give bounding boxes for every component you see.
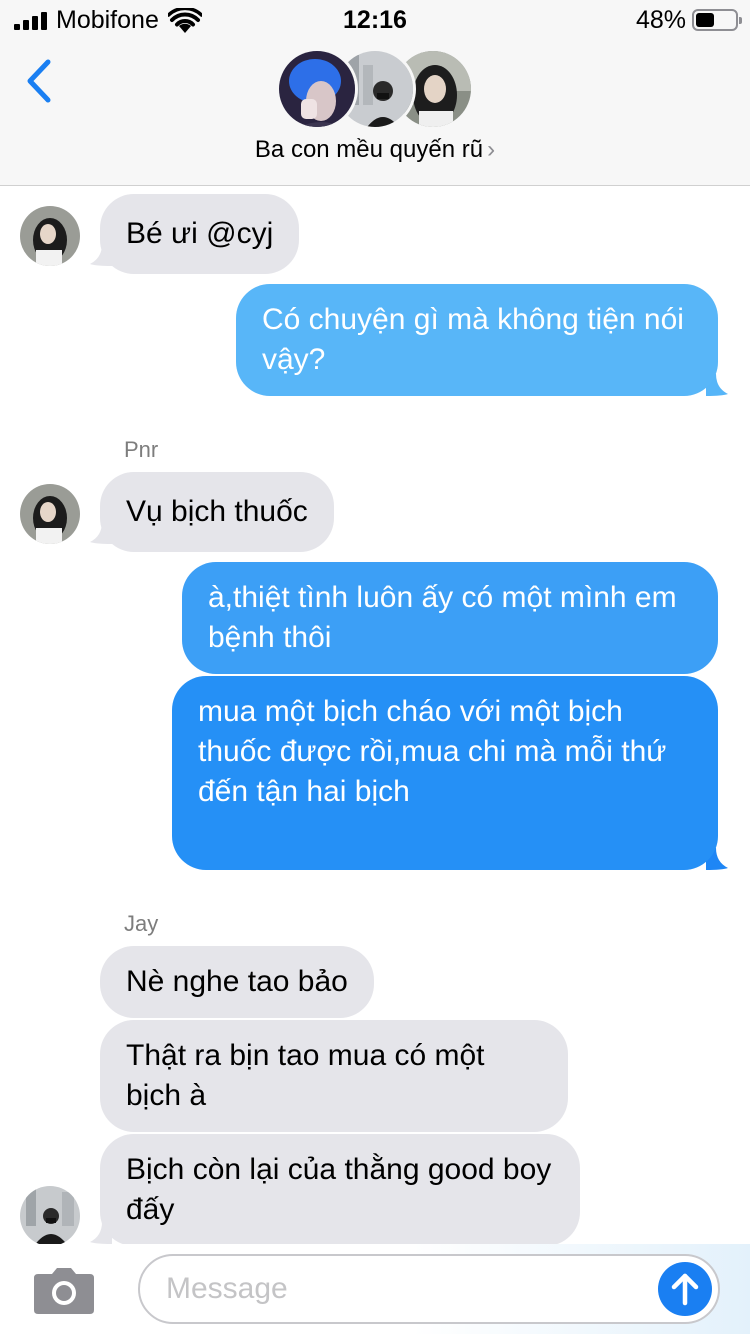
message-bubble-incoming[interactable]: Bé ưi @cyj	[100, 194, 300, 274]
message-input[interactable]	[138, 1254, 720, 1324]
chevron-right-icon: ›	[487, 136, 496, 163]
message-bubble-incoming[interactable]: Thật ra bịn tao mua có một bịch à	[100, 1020, 568, 1132]
group-name[interactable]: Ba con mều quyến rũ ›	[0, 136, 750, 164]
message-bubble-incoming[interactable]: Nè nghe tao bảo	[100, 946, 374, 1018]
message-bubble-incoming[interactable]: Bịch còn lại của thằng good boy đấy	[100, 1134, 580, 1246]
battery-level	[696, 13, 715, 27]
battery-percent: 48%	[635, 6, 686, 34]
member-avatar-1	[276, 48, 358, 130]
conversation-header: Ba con mều quyến rũ ›	[0, 40, 750, 186]
battery-icon	[692, 9, 742, 31]
compose-bar	[0, 1244, 750, 1334]
arrow-up-icon	[671, 1273, 699, 1306]
sender-avatar[interactable]	[20, 484, 80, 544]
sender-avatar[interactable]	[20, 206, 80, 266]
message-bubble-outgoing[interactable]: Có chuyện gì mà không tiện nói vậy?	[236, 284, 718, 396]
sender-name: Jay	[124, 911, 159, 936]
message-bubble-incoming[interactable]: Vụ bịch thuốc	[100, 472, 334, 552]
group-avatars[interactable]	[276, 48, 476, 130]
sender-name: Pnr	[124, 437, 159, 462]
chevron-left-icon[interactable]	[20, 56, 60, 106]
send-button[interactable]	[658, 1262, 712, 1316]
message-bubble-outgoing[interactable]: mua một bịch cháo với một bịch thuốc đượ…	[172, 676, 718, 870]
camera-icon[interactable]	[32, 1266, 96, 1314]
status-bar: Mobifone 12:16 48%	[0, 0, 750, 40]
message-bubble-outgoing[interactable]: à,thiệt tình luôn ấy có một mình em bệnh…	[182, 562, 718, 674]
sender-avatar[interactable]	[20, 1186, 80, 1246]
